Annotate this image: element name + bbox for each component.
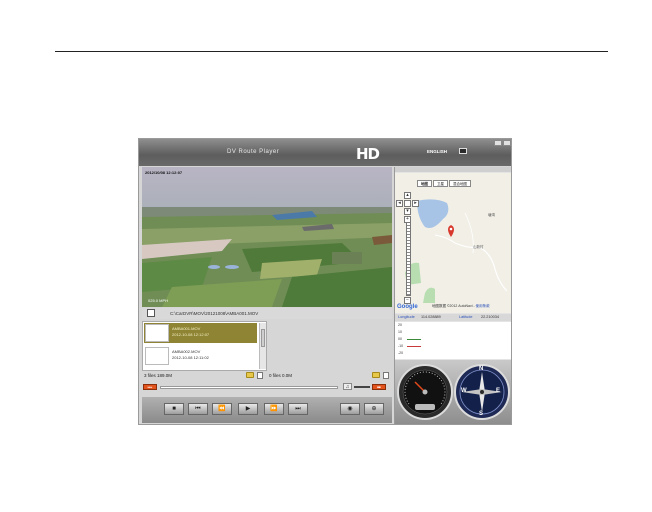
sensor-line-x: [407, 339, 421, 340]
thumbnail: [145, 347, 169, 365]
playback-controls: ■ ⏮ ⏪ ▶ ⏩ ⏭ ◉ ⊕: [142, 397, 392, 423]
minimize-button[interactable]: [494, 140, 502, 146]
volume-icon[interactable]: ♫: [343, 383, 352, 390]
language-button[interactable]: ENGLISH: [427, 149, 447, 154]
volume-slider[interactable]: [354, 386, 370, 388]
right-panel: 地图 卫星 混合地图 ▴ ◂ ▸ ▾ + − 塘湾 山新村 Google 地图数…: [394, 167, 511, 424]
latitude-value: 22.210034: [481, 315, 499, 319]
latitude-label: Latitude: [459, 315, 473, 319]
map-label: 塘湾: [488, 213, 495, 217]
google-logo: Google: [397, 304, 418, 310]
file-path: C:\CarDVR\MOV\20121008\AMBA001.MOV: [170, 311, 259, 316]
zoom-slider[interactable]: [406, 222, 411, 296]
second-file-list: [269, 321, 392, 371]
terms-link[interactable]: 使用条款: [476, 304, 490, 308]
pan-up-button[interactable]: ▴: [404, 192, 411, 199]
sensor-tick: -20: [398, 351, 404, 355]
pan-center-button[interactable]: [404, 200, 411, 207]
sensor-line-y: [407, 346, 421, 347]
rewind-button[interactable]: ⏪: [212, 403, 232, 415]
sensor-tick: 20: [398, 323, 402, 327]
speedometer-icon: [397, 364, 453, 420]
sensor-tick: 10: [398, 330, 402, 334]
file-date: 2012-10-08 12:12:07: [172, 332, 210, 337]
list-item[interactable]: AMBA001.MOV 2012-10-08 12:12:07: [144, 323, 257, 343]
longitude-value: 114.028889: [421, 315, 441, 319]
file-path-bar: C:\CarDVR\MOV\20121008\AMBA001.MOV: [142, 308, 392, 319]
sensor-tick: 00: [398, 337, 402, 341]
page-top-rule: [55, 51, 608, 52]
video-view[interactable]: 2012/10/08 12:12:07 025.0 MPH: [142, 167, 392, 307]
file-name: AMBA001.MOV: [172, 326, 201, 331]
speed-toggle-button[interactable]: ▸▸▸: [143, 384, 157, 390]
open-folder-icon[interactable]: [246, 372, 254, 378]
scrollbar-thumb[interactable]: [261, 329, 265, 347]
right-files-count: 0 files 0.0M: [269, 373, 293, 378]
delete-icon[interactable]: [257, 372, 263, 379]
record-button[interactable]: ■■: [372, 384, 386, 390]
map-tabs: 地图 卫星 混合地图: [417, 180, 472, 187]
map-copyright: 地图数据 ©2012 AutoNavi - 使用条款: [432, 304, 490, 308]
map-canvas: [405, 199, 508, 303]
language-dropdown-icon[interactable]: [459, 148, 467, 154]
app-title: DV Route Player: [227, 149, 280, 155]
map-zoom-control: ▴ ◂ ▸ ▾ + −: [396, 192, 419, 305]
close-button[interactable]: [503, 140, 511, 146]
dv-route-player-window: DV Route Player HD ENGLISH 2012/10/08 12…: [138, 138, 512, 425]
delete-icon-2[interactable]: [383, 372, 389, 379]
video-speed-overlay: 025.0 MPH: [148, 298, 169, 303]
progress-row: ▸▸▸ ♫ ■■: [142, 383, 392, 392]
play-button[interactable]: ▶: [238, 403, 258, 415]
seek-bar[interactable]: [160, 386, 338, 389]
video-timestamp: 2012/10/08 12:12:07: [145, 170, 183, 175]
zoom-out-button[interactable]: −: [404, 297, 411, 304]
file-list: AMBA001.MOV 2012-10-08 12:12:07 AMBA002.…: [142, 321, 267, 371]
file-icon[interactable]: [147, 309, 155, 317]
snapshot-button[interactable]: ◉: [340, 403, 360, 415]
previous-button[interactable]: ⏮: [188, 403, 208, 415]
pan-down-button[interactable]: ▾: [404, 208, 411, 215]
gauges-canvas: [397, 364, 510, 420]
map-view[interactable]: 地图 卫星 混合地图 ▴ ◂ ▸ ▾ + − 塘湾 山新村 Google 地图数…: [395, 173, 511, 313]
list-item[interactable]: AMBA002.MOV 2012-10-08 12:11:02: [144, 346, 257, 366]
hd-logo: HD: [356, 145, 380, 163]
next-button[interactable]: ⏭: [288, 403, 308, 415]
file-date: 2012-10-08 12:11:02: [172, 355, 209, 360]
open-folder-icon-2[interactable]: [372, 372, 380, 378]
pan-right-button[interactable]: ▸: [412, 200, 419, 207]
file-list-scrollbar[interactable]: [259, 323, 266, 369]
tab-satellite[interactable]: 卫星: [433, 180, 448, 187]
stop-button[interactable]: ■: [164, 403, 184, 415]
longitude-label: Longitude: [398, 315, 415, 319]
coordinates-bar: Longitude 114.028889 Latitude 22.210034: [395, 314, 511, 321]
map-header: [395, 167, 511, 172]
compass-south-label: S: [479, 411, 484, 417]
zoom-button[interactable]: ⊕: [364, 403, 384, 415]
left-files-count: 3 files 189.0M: [144, 373, 173, 378]
compass-east-label: E: [496, 388, 501, 394]
video-frame: [142, 167, 392, 307]
pan-left-button[interactable]: ◂: [396, 200, 403, 207]
tab-map[interactable]: 地图: [417, 180, 432, 187]
tab-hybrid[interactable]: 混合地图: [449, 180, 471, 187]
thumbnail: [145, 324, 169, 342]
g-sensor-graph: 20 10 00 -10 -20: [395, 322, 511, 359]
sensor-tick: -10: [398, 344, 404, 348]
compass-north-label: N: [479, 366, 484, 372]
gauges: N S E W: [395, 360, 511, 424]
file-name: AMBA002.MOV: [172, 349, 201, 354]
title-bar: DV Route Player HD ENGLISH: [139, 139, 511, 166]
map-label: 山新村: [473, 245, 484, 249]
fast-forward-button[interactable]: ⏩: [264, 403, 284, 415]
compass-west-label: W: [461, 388, 467, 394]
